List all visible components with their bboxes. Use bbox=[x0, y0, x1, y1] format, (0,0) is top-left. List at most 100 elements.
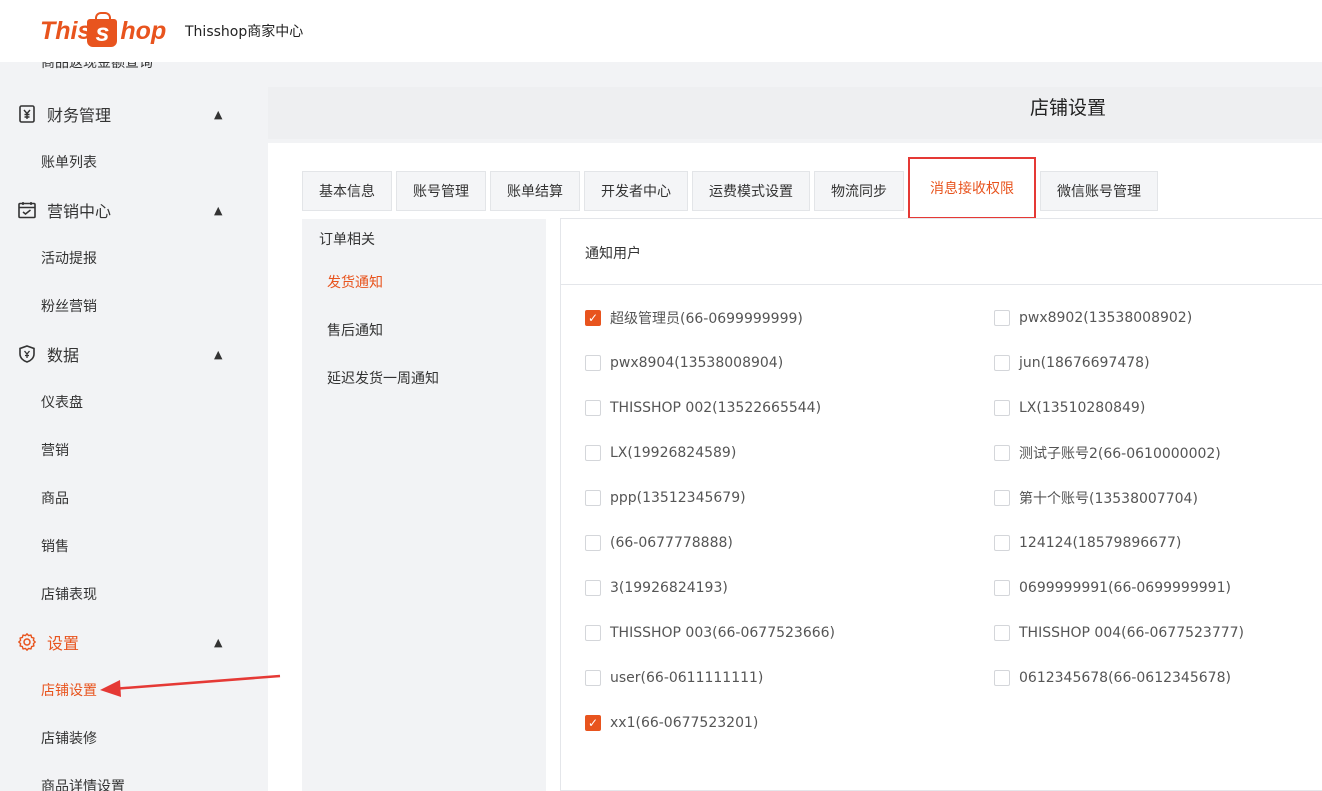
user-name-label: 超级管理员(66-0699999999) bbox=[610, 311, 803, 327]
checkbox[interactable] bbox=[585, 445, 601, 461]
subnav-item-shipping-notice[interactable]: 发货通知 bbox=[327, 272, 383, 292]
checkbox[interactable] bbox=[585, 490, 601, 506]
sidebar-group-marketing[interactable]: 营销中心 ▲ bbox=[0, 186, 268, 234]
user-name-label: LX(19926824589) bbox=[610, 445, 737, 461]
sidebar-group-data[interactable]: 数据 ▲ bbox=[0, 330, 268, 378]
user-name-label: 124124(18579896677) bbox=[1019, 535, 1182, 551]
sidebar-item-label: 商品 bbox=[41, 491, 69, 507]
user-checkbox-item[interactable]: 0612345678(66-0612345678) bbox=[994, 668, 1231, 688]
user-checkbox-item[interactable]: 0699999991(66-0699999991) bbox=[994, 578, 1231, 598]
sidebar-item-store-performance[interactable]: 店铺表现 bbox=[0, 570, 268, 618]
user-name-label: THISSHOP 004(66-0677523777) bbox=[1019, 625, 1245, 641]
sidebar-item-store-decoration[interactable]: 店铺装修 bbox=[0, 714, 268, 762]
logo-text-shop: hop bbox=[120, 16, 167, 45]
user-name-label: 第十个账号(13538007704) bbox=[1019, 491, 1198, 507]
sidebar-item-activity-report[interactable]: 活动提报 bbox=[0, 234, 268, 282]
tab-message-permissions[interactable]: 消息接收权限 bbox=[908, 157, 1036, 219]
checkbox[interactable] bbox=[585, 355, 601, 371]
checkbox[interactable] bbox=[994, 490, 1010, 506]
checkbox[interactable] bbox=[994, 400, 1010, 416]
checkbox[interactable] bbox=[585, 670, 601, 686]
sidebar-item-products[interactable]: 商品 bbox=[0, 474, 268, 522]
user-checkbox-item[interactable]: LX(19926824589) bbox=[585, 443, 736, 463]
sidebar-item-label: 店铺设置 bbox=[41, 683, 97, 699]
tab-shipping-mode-settings[interactable]: 运费模式设置 bbox=[692, 171, 810, 211]
page-title-bar: 店铺设置 bbox=[268, 87, 1322, 139]
page-title: 店铺设置 bbox=[1030, 97, 1107, 119]
user-name-label: (66-0677778888) bbox=[610, 535, 733, 551]
checkbox-checked[interactable]: ✓ bbox=[585, 310, 601, 326]
sidebar-group-label: 数据 bbox=[47, 346, 80, 365]
user-checkbox-item[interactable]: 3(19926824193) bbox=[585, 578, 728, 598]
user-name-label: 0699999991(66-0699999991) bbox=[1019, 580, 1231, 596]
sidebar-item-fan-marketing[interactable]: 粉丝营销 bbox=[0, 282, 268, 330]
logo-text-this: This bbox=[40, 16, 92, 45]
user-checkbox-item[interactable]: 第十个账号(13538007704) bbox=[994, 488, 1198, 508]
checkbox[interactable] bbox=[994, 625, 1010, 641]
tab-account-management[interactable]: 账号管理 bbox=[396, 171, 486, 211]
subnav-item-aftersale-notice[interactable]: 售后通知 bbox=[327, 320, 383, 340]
user-checkbox-item[interactable]: THISSHOP 003(66-0677523666) bbox=[585, 623, 835, 643]
sidebar-item-label: 账单列表 bbox=[41, 155, 97, 171]
thisshop-logo[interactable]: This s hop bbox=[40, 12, 166, 50]
sidebar-item-product-detail-settings[interactable]: 商品详情设置 bbox=[0, 762, 268, 791]
sidebar-group-label: 财务管理 bbox=[47, 106, 112, 125]
user-checkbox-item[interactable]: pwx8902(13538008902) bbox=[994, 308, 1192, 328]
user-name-label: user(66-0611111111) bbox=[610, 670, 764, 686]
header-title: Thisshop商家中心 bbox=[185, 24, 304, 40]
sidebar-item-cashback-query[interactable]: 商品返现金额查询 bbox=[0, 62, 268, 80]
sidebar-item-store-settings[interactable]: 店铺设置 bbox=[0, 666, 268, 714]
user-checkbox-item[interactable]: ppp(13512345679) bbox=[585, 488, 746, 508]
checkbox[interactable] bbox=[994, 310, 1010, 326]
user-checkbox-item[interactable]: 测试子账号2(66-0610000002) bbox=[994, 443, 1221, 463]
user-checkbox-item[interactable]: ✓ 超级管理员(66-0699999999) bbox=[585, 308, 803, 328]
user-name-label: 测试子账号2(66-0610000002) bbox=[1019, 446, 1221, 462]
sidebar-item-dashboard[interactable]: 仪表盘 bbox=[0, 378, 268, 426]
checkbox[interactable] bbox=[585, 535, 601, 551]
settings-tabs: 基本信息 账号管理 账单结算 开发者中心 运费模式设置 物流同步 消息接收权限 … bbox=[302, 157, 1162, 219]
checkbox[interactable] bbox=[994, 535, 1010, 551]
user-checkbox-item[interactable]: LX(13510280849) bbox=[994, 398, 1145, 418]
sidebar-item-label: 店铺表现 bbox=[41, 587, 97, 603]
user-name-label: THISSHOP 003(66-0677523666) bbox=[610, 625, 836, 641]
user-name-label: xx1(66-0677523201) bbox=[610, 715, 759, 731]
tab-bill-settlement[interactable]: 账单结算 bbox=[490, 171, 580, 211]
chevron-up-icon: ▲ bbox=[214, 635, 223, 649]
checkbox[interactable] bbox=[585, 625, 601, 641]
tab-basic-info[interactable]: 基本信息 bbox=[302, 171, 392, 211]
tab-developer-center[interactable]: 开发者中心 bbox=[584, 171, 688, 211]
user-name-label: pwx8904(13538008904) bbox=[610, 355, 784, 371]
user-checkbox-item[interactable]: (66-0677778888) bbox=[585, 533, 733, 553]
checkbox[interactable] bbox=[994, 355, 1010, 371]
user-checkbox-item[interactable]: jun(18676697478) bbox=[994, 353, 1150, 373]
checkbox[interactable] bbox=[585, 400, 601, 416]
sidebar-item-bill-list[interactable]: 账单列表 bbox=[0, 138, 268, 186]
user-checkbox-item[interactable]: 124124(18579896677) bbox=[994, 533, 1181, 553]
checkbox[interactable] bbox=[994, 670, 1010, 686]
checkbox[interactable] bbox=[994, 580, 1010, 596]
sidebar-item-sales[interactable]: 销售 bbox=[0, 522, 268, 570]
sidebar-item-label: 粉丝营销 bbox=[41, 299, 97, 315]
notification-subnav: 订单相关 发货通知 售后通知 延迟发货一周通知 bbox=[302, 219, 546, 791]
checkbox[interactable] bbox=[585, 580, 601, 596]
user-name-label: LX(13510280849) bbox=[1019, 400, 1146, 416]
user-name-label: pwx8902(13538008902) bbox=[1019, 310, 1193, 326]
tab-logistics-sync[interactable]: 物流同步 bbox=[814, 171, 904, 211]
user-checkbox-item[interactable]: THISSHOP 002(13522665544) bbox=[585, 398, 821, 418]
sidebar-group-settings[interactable]: 设置 ▲ bbox=[0, 618, 268, 666]
tab-wechat-account-management[interactable]: 微信账号管理 bbox=[1040, 171, 1158, 211]
top-header: This s hop Thisshop商家中心 bbox=[0, 0, 1322, 62]
gear-icon bbox=[18, 633, 36, 651]
user-name-label: THISSHOP 002(13522665544) bbox=[610, 400, 822, 416]
sidebar-group-finance[interactable]: 财务管理 ▲ bbox=[0, 90, 268, 138]
user-checkbox-item[interactable]: user(66-0611111111) bbox=[585, 668, 763, 688]
user-checkbox-item[interactable]: ✓ xx1(66-0677523201) bbox=[585, 713, 758, 733]
subnav-item-delay-notice[interactable]: 延迟发货一周通知 bbox=[327, 368, 439, 388]
checkbox[interactable] bbox=[994, 445, 1010, 461]
subnav-category: 订单相关 bbox=[319, 232, 375, 248]
user-checkbox-item[interactable]: pwx8904(13538008904) bbox=[585, 353, 783, 373]
sidebar-item-label: 活动提报 bbox=[41, 251, 97, 267]
user-checkbox-item[interactable]: THISSHOP 004(66-0677523777) bbox=[994, 623, 1244, 643]
sidebar-item-data-marketing[interactable]: 营销 bbox=[0, 426, 268, 474]
checkbox-checked[interactable]: ✓ bbox=[585, 715, 601, 731]
